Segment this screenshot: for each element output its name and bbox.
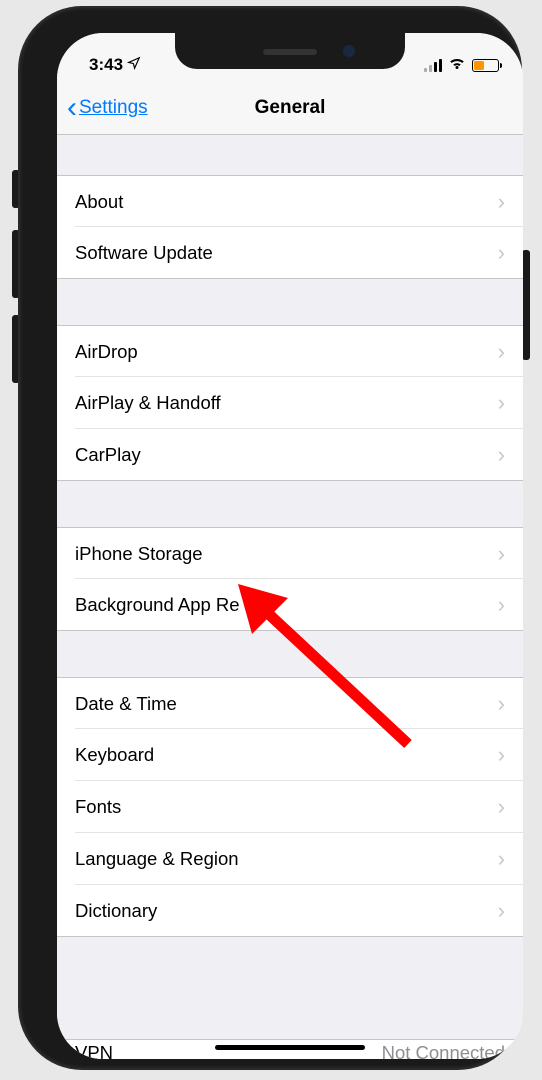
chevron-right-icon: › xyxy=(498,592,505,618)
about-row[interactable]: About › xyxy=(57,175,523,227)
iphone-storage-row[interactable]: iPhone Storage › xyxy=(57,527,523,579)
settings-list[interactable]: About › Software Update › AirDrop › AirP… xyxy=(57,135,523,1059)
row-label: Fonts xyxy=(75,796,498,818)
row-label: iPhone Storage xyxy=(75,543,498,565)
location-arrow-icon xyxy=(127,55,141,75)
chevron-right-icon: › xyxy=(498,541,505,567)
back-label: Settings xyxy=(79,97,148,119)
chevron-right-icon: › xyxy=(498,390,505,416)
row-label: Keyboard xyxy=(75,744,498,766)
phone-frame: 3:43 ‹ Settings General xyxy=(20,8,520,1068)
chevron-right-icon: › xyxy=(498,794,505,820)
airplay-handoff-row[interactable]: AirPlay & Handoff › xyxy=(57,377,523,429)
row-label: About xyxy=(75,191,498,213)
dictionary-row[interactable]: Dictionary › xyxy=(57,885,523,937)
chevron-left-icon: ‹ xyxy=(67,93,77,123)
background-app-refresh-row[interactable]: Background App Re › xyxy=(57,579,523,631)
wifi-icon xyxy=(448,56,466,75)
date-time-row[interactable]: Date & Time › xyxy=(57,677,523,729)
chevron-right-icon: › xyxy=(498,442,505,468)
volume-down-button xyxy=(12,315,20,383)
row-value: Not Connected xyxy=(382,1042,505,1059)
chevron-right-icon: › xyxy=(498,742,505,768)
row-label: CarPlay xyxy=(75,444,498,466)
row-label: Background App Re xyxy=(75,594,498,616)
row-label: Date & Time xyxy=(75,693,498,715)
chevron-right-icon: › xyxy=(498,898,505,924)
software-update-row[interactable]: Software Update › xyxy=(57,227,523,279)
power-button xyxy=(522,250,530,360)
battery-icon xyxy=(472,59,499,72)
chevron-right-icon: › xyxy=(498,846,505,872)
nav-bar: ‹ Settings General xyxy=(57,81,523,135)
cellular-signal-icon xyxy=(424,59,442,72)
row-label: Software Update xyxy=(75,242,498,264)
fonts-row[interactable]: Fonts › xyxy=(57,781,523,833)
notch xyxy=(175,33,405,69)
row-label: Language & Region xyxy=(75,848,498,870)
row-label: AirDrop xyxy=(75,341,498,363)
carplay-row[interactable]: CarPlay › xyxy=(57,429,523,481)
language-region-row[interactable]: Language & Region › xyxy=(57,833,523,885)
keyboard-row[interactable]: Keyboard › xyxy=(57,729,523,781)
volume-up-button xyxy=(12,230,20,298)
chevron-right-icon: › xyxy=(498,691,505,717)
row-label: Dictionary xyxy=(75,900,498,922)
airdrop-row[interactable]: AirDrop › xyxy=(57,325,523,377)
mute-switch xyxy=(12,170,20,208)
chevron-right-icon: › xyxy=(498,240,505,266)
screen: 3:43 ‹ Settings General xyxy=(57,33,523,1059)
page-title: General xyxy=(255,97,326,119)
row-label: AirPlay & Handoff xyxy=(75,392,498,414)
chevron-right-icon: › xyxy=(498,189,505,215)
status-time: 3:43 xyxy=(89,55,123,75)
back-button[interactable]: ‹ Settings xyxy=(57,93,148,123)
chevron-right-icon: › xyxy=(498,339,505,365)
home-indicator[interactable] xyxy=(215,1045,365,1050)
